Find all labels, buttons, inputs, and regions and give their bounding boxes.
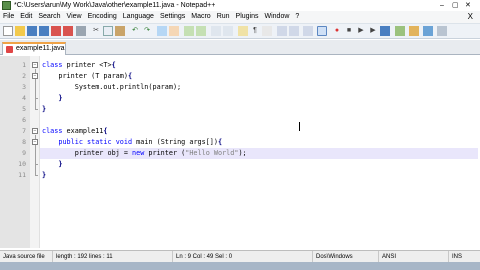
line-number: 2	[22, 72, 26, 80]
line-number: 8	[22, 138, 26, 146]
record-macro-icon[interactable]: ●	[332, 26, 342, 36]
menu-window[interactable]: Window	[262, 11, 293, 23]
undo-icon[interactable]: ↶	[130, 26, 140, 36]
compare-icon[interactable]	[423, 26, 433, 36]
menu-search[interactable]: Search	[35, 11, 63, 23]
indent-guide-icon[interactable]	[262, 26, 272, 36]
menu-encoding[interactable]: Encoding	[85, 11, 120, 23]
line-number: 7	[22, 127, 26, 135]
fold-toggle-icon[interactable]: −	[32, 128, 38, 134]
open-file-icon[interactable]	[15, 26, 25, 36]
close-file-icon[interactable]	[51, 26, 61, 36]
menu-bar: File Edit Search View Encoding Language …	[0, 11, 480, 23]
cut-icon[interactable]: ✂	[91, 26, 101, 36]
line-number: 10	[18, 160, 26, 168]
new-file-icon[interactable]	[3, 26, 13, 36]
code-line: public static void main (String args[]){	[58, 138, 223, 146]
user-lang-icon[interactable]	[277, 26, 287, 36]
menu-help[interactable]: ?	[292, 11, 302, 23]
fold-end-mark	[35, 175, 38, 176]
notepadpp-app-icon	[2, 1, 11, 10]
zoom-out-icon[interactable]	[196, 26, 206, 36]
menu-view[interactable]: View	[64, 11, 85, 23]
tab-bar: example11.java	[0, 40, 480, 55]
editor-area[interactable]: 1 2 3 4 5 6 7 8 9 10 11 − − − − class pr…	[0, 56, 480, 248]
copy-icon[interactable]	[103, 26, 113, 36]
code-line: class printer <T>{	[42, 61, 116, 69]
save-icon[interactable]	[27, 26, 37, 36]
menu-plugins[interactable]: Plugins	[233, 11, 262, 23]
window-title: *C:\Users\arun\My Work\Java\other\exampl…	[14, 2, 216, 9]
fold-end-mark	[35, 98, 38, 99]
line-number: 11	[18, 171, 26, 179]
save-all-icon[interactable]	[39, 26, 49, 36]
spell-check-icon[interactable]	[409, 26, 419, 36]
close-document-button[interactable]: X	[465, 11, 476, 23]
menu-file[interactable]: File	[0, 11, 17, 23]
status-bar: Java source file length : 192 lines : 11…	[0, 250, 480, 263]
misc-tool-icon[interactable]	[437, 26, 447, 36]
redo-icon[interactable]: ↷	[142, 26, 152, 36]
run-macro-multiple-icon[interactable]: ▶	[368, 26, 378, 36]
word-wrap-icon[interactable]	[238, 26, 248, 36]
line-number: 3	[22, 83, 26, 91]
fold-toggle-icon[interactable]: −	[32, 139, 38, 145]
close-all-icon[interactable]	[63, 26, 73, 36]
minimize-button[interactable]: –	[440, 1, 444, 10]
sync-vertical-icon[interactable]	[211, 26, 221, 36]
menu-run[interactable]: Run	[214, 11, 233, 23]
paste-icon[interactable]	[115, 26, 125, 36]
stop-macro-icon[interactable]: ■	[344, 26, 354, 36]
code-line: System.out.println(param);	[42, 83, 182, 91]
menu-edit[interactable]: Edit	[17, 11, 35, 23]
line-number: 9	[22, 149, 26, 157]
line-number: 4	[22, 94, 26, 102]
menu-settings[interactable]: Settings	[157, 11, 188, 23]
code-line: }	[58, 94, 63, 102]
code-line: }	[58, 160, 63, 168]
code-line: }	[42, 171, 47, 179]
save-macro-icon[interactable]	[380, 26, 390, 36]
zoom-in-icon[interactable]	[184, 26, 194, 36]
line-number: 6	[22, 116, 26, 124]
title-bar: *C:\Users\arun\My Work\Java\other\exampl…	[0, 0, 480, 11]
fold-end-mark	[35, 109, 38, 110]
code-line: }	[42, 105, 47, 113]
find-icon[interactable]	[157, 26, 167, 36]
print-icon[interactable]	[76, 26, 86, 36]
toolbar: ✂ ↶ ↷ ¶ ● ■ ▶ ▶	[0, 23, 480, 39]
fold-toggle-icon[interactable]: −	[32, 73, 38, 79]
line-number: 5	[22, 105, 26, 113]
code-line: class example11{	[42, 127, 108, 135]
doc-map-icon[interactable]	[289, 26, 299, 36]
mouse-ibeam-cursor	[299, 122, 301, 131]
plugin-icon[interactable]	[395, 26, 405, 36]
close-button[interactable]: ✕	[465, 1, 471, 10]
folder-workspace-icon[interactable]	[317, 26, 327, 36]
current-code-line: printer obj = new printer ("Hello World"…	[40, 148, 478, 159]
menu-language[interactable]: Language	[120, 11, 157, 23]
tab-example11[interactable]: example11.java	[2, 42, 66, 55]
sync-horizontal-icon[interactable]	[223, 26, 233, 36]
replace-icon[interactable]	[169, 26, 179, 36]
fold-margin: − − − −	[30, 56, 40, 248]
show-all-chars-icon[interactable]: ¶	[250, 26, 260, 36]
line-number-gutter: 1 2 3 4 5 6 7 8 9 10 11	[0, 56, 30, 248]
fold-end-mark	[35, 164, 38, 165]
code-line: printer (T param){	[42, 72, 133, 80]
maximize-button[interactable]: ▢	[452, 1, 459, 10]
line-number: 1	[22, 61, 26, 69]
function-list-icon[interactable]	[303, 26, 313, 36]
fold-toggle-icon[interactable]: −	[32, 62, 38, 68]
tab-label: example11.java	[16, 45, 65, 52]
menu-macro[interactable]: Macro	[188, 11, 213, 23]
unsaved-file-icon	[6, 46, 13, 53]
code-text[interactable]: class printer <T>{ printer (T param){ Sy…	[40, 56, 480, 248]
play-macro-icon[interactable]: ▶	[356, 26, 366, 36]
taskbar-edge	[0, 262, 480, 270]
